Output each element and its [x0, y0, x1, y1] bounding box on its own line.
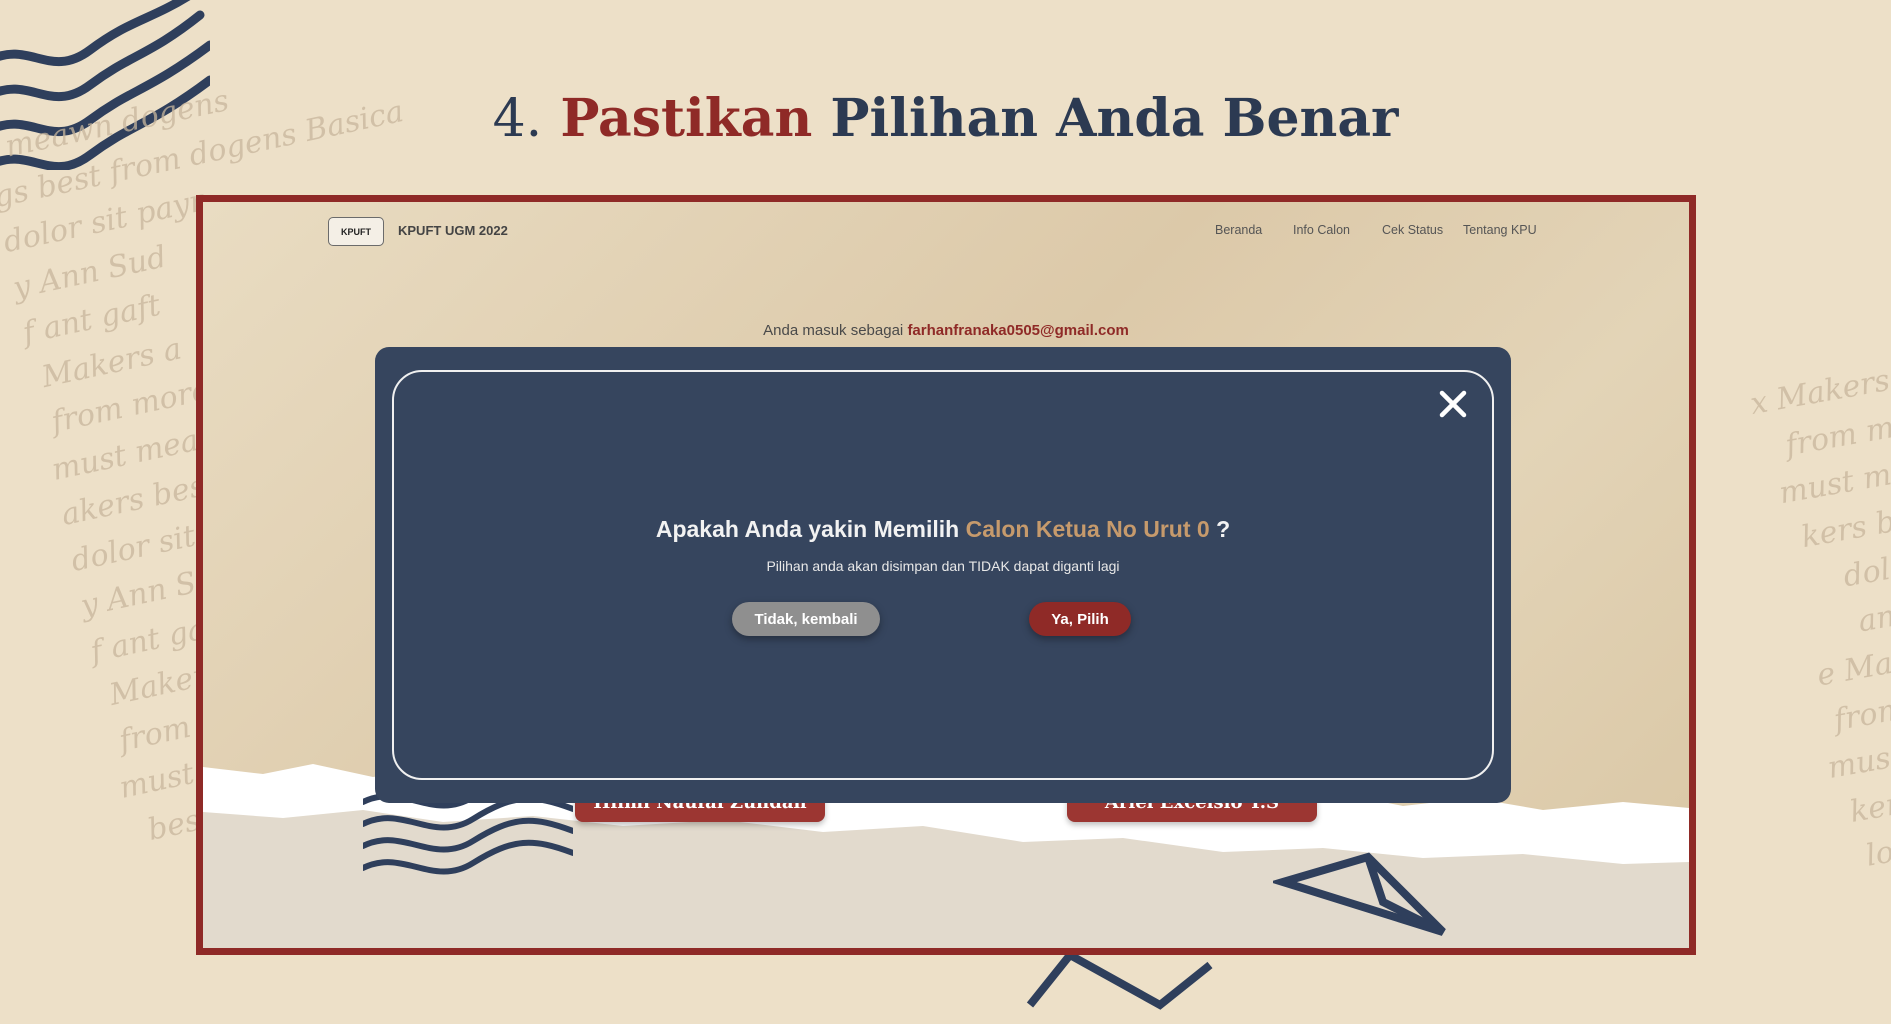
confirm-modal-border	[392, 370, 1494, 780]
step-number: 4.	[492, 89, 543, 149]
question-prefix: Apakah Anda yakin Memilih	[655, 516, 960, 542]
title-accent: Pastikan	[560, 88, 813, 149]
question-highlight: Calon Ketua No Urut 0	[965, 516, 1210, 542]
question-suffix: ?	[1216, 516, 1231, 542]
logo-text: KPUFT	[341, 226, 371, 237]
confirm-button[interactable]: Ya, Pilih	[1029, 602, 1131, 636]
close-icon[interactable]	[1437, 388, 1469, 420]
kpuft-logo-icon[interactable]: KPUFT	[328, 217, 384, 246]
slide-title: 4. Pastikan Pilihan Anda Benar	[0, 88, 1891, 149]
site-navbar: KPUFT KPUFT UGM 2022 Beranda Info Calon …	[203, 202, 1689, 252]
nav-cek-status[interactable]: Cek Status	[1382, 223, 1443, 237]
nav-tentang-kpu[interactable]: Tentang KPU	[1463, 223, 1537, 237]
logged-email: farhanfranaka0505@gmail.com	[907, 322, 1129, 339]
handwriting-decoration-right: x Makers an from more must meaw kers bes…	[1747, 363, 1891, 874]
envelope-stamp-decoration	[1273, 852, 1446, 936]
site-brand[interactable]: KPUFT UGM 2022	[398, 223, 508, 238]
confirm-question: Apakah Anda yakin Memilih Calon Ketua No…	[375, 516, 1511, 543]
cancel-button[interactable]: Tidak, kembali	[732, 602, 880, 636]
confirm-modal	[375, 347, 1511, 803]
logged-prefix: Anda masuk sebagai	[763, 322, 904, 339]
nav-info-calon[interactable]: Info Calon	[1293, 223, 1350, 237]
stamp-decoration-bottom	[1026, 955, 1213, 1010]
logged-in-info: Anda masuk sebagai farhanfranaka0505@gma…	[203, 322, 1689, 339]
title-rest: Pilihan Anda Benar	[830, 88, 1399, 149]
nav-beranda[interactable]: Beranda	[1215, 223, 1262, 237]
confirm-subtitle: Pilihan anda akan disimpan dan TIDAK dap…	[766, 558, 1120, 574]
